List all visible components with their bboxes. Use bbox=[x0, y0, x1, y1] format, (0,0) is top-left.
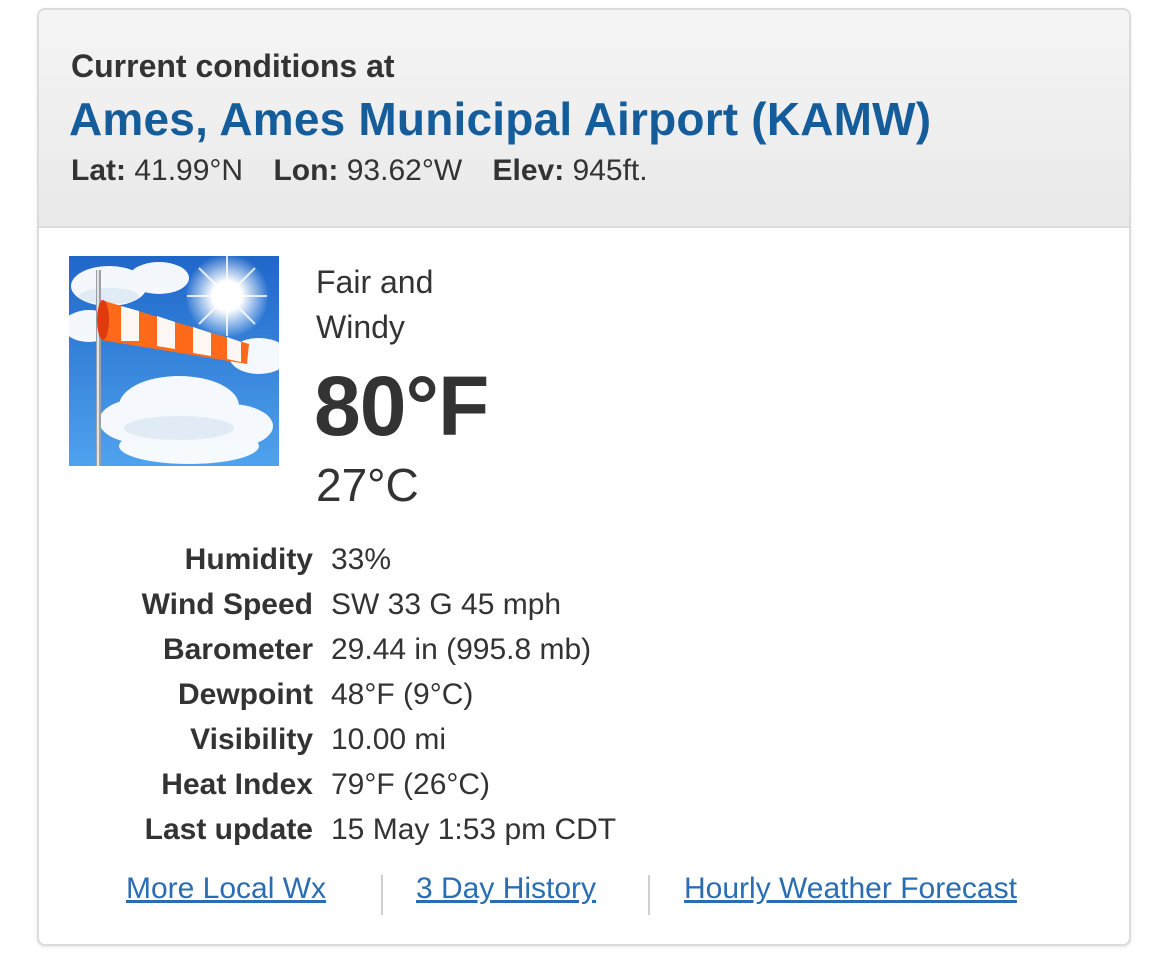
table-row: Visibility 10.00 mi bbox=[99, 717, 616, 762]
detail-label: Visibility bbox=[190, 722, 313, 756]
windsock-sun-clouds-icon bbox=[69, 256, 279, 466]
condition-line-1: Fair and bbox=[316, 264, 434, 300]
table-row: Last update 15 May 1:53 pm CDT bbox=[99, 807, 616, 852]
table-row: Dewpoint 48°F (9°C) bbox=[99, 672, 616, 717]
condition-line-2: Windy bbox=[316, 309, 405, 345]
detail-value: 33% bbox=[331, 542, 392, 576]
three-day-history-link[interactable]: 3 Day History bbox=[416, 872, 596, 906]
detail-label: Last update bbox=[144, 812, 313, 846]
detail-label: Dewpoint bbox=[178, 677, 313, 711]
lon-label: Lon: bbox=[273, 154, 339, 187]
detail-label: Humidity bbox=[184, 542, 313, 576]
station-coordinates: Lat: 41.99°N Lon: 93.62°W Elev: 945ft. bbox=[71, 154, 648, 188]
current-conditions-panel: Current conditions at Ames, Ames Municip… bbox=[37, 8, 1131, 946]
elev-value: 945ft. bbox=[572, 154, 648, 187]
table-row: Wind Speed SW 33 G 45 mph bbox=[99, 582, 616, 627]
link-divider bbox=[648, 875, 650, 915]
detail-value: SW 33 G 45 mph bbox=[331, 587, 562, 621]
more-local-wx-link[interactable]: More Local Wx bbox=[126, 872, 326, 906]
hourly-forecast-link[interactable]: Hourly Weather Forecast bbox=[684, 872, 1017, 906]
lat-value: 41.99°N bbox=[134, 154, 244, 187]
detail-value: 10.00 mi bbox=[331, 722, 447, 756]
table-row: Heat Index 79°F (26°C) bbox=[99, 762, 616, 807]
lon-value: 93.62°W bbox=[346, 154, 463, 187]
elev-label: Elev: bbox=[492, 154, 565, 187]
condition-summary: Fair and Windy bbox=[316, 260, 516, 350]
table-row: Barometer 29.44 in (995.8 mb) bbox=[99, 627, 616, 672]
temperature-fahrenheit: 80°F bbox=[314, 359, 489, 453]
detail-value: 29.44 in (995.8 mb) bbox=[331, 632, 592, 666]
header-label: Current conditions at bbox=[71, 48, 395, 84]
conditions-header: Current conditions at Ames, Ames Municip… bbox=[39, 10, 1129, 228]
station-title: Ames, Ames Municipal Airport (KAMW) bbox=[69, 93, 932, 145]
table-row: Humidity 33% bbox=[99, 537, 616, 582]
detail-value: 79°F (26°C) bbox=[331, 767, 491, 801]
detail-value: 15 May 1:53 pm CDT bbox=[331, 812, 617, 846]
temperature-celsius: 27°C bbox=[316, 459, 419, 511]
link-divider bbox=[381, 875, 383, 915]
detail-label: Barometer bbox=[162, 632, 313, 666]
detail-label: Heat Index bbox=[161, 767, 313, 801]
conditions-details-table: Humidity 33% Wind Speed SW 33 G 45 mph B… bbox=[99, 537, 617, 852]
lat-label: Lat: bbox=[71, 154, 126, 187]
detail-value: 48°F (9°C) bbox=[331, 677, 474, 711]
detail-label: Wind Speed bbox=[141, 587, 313, 621]
